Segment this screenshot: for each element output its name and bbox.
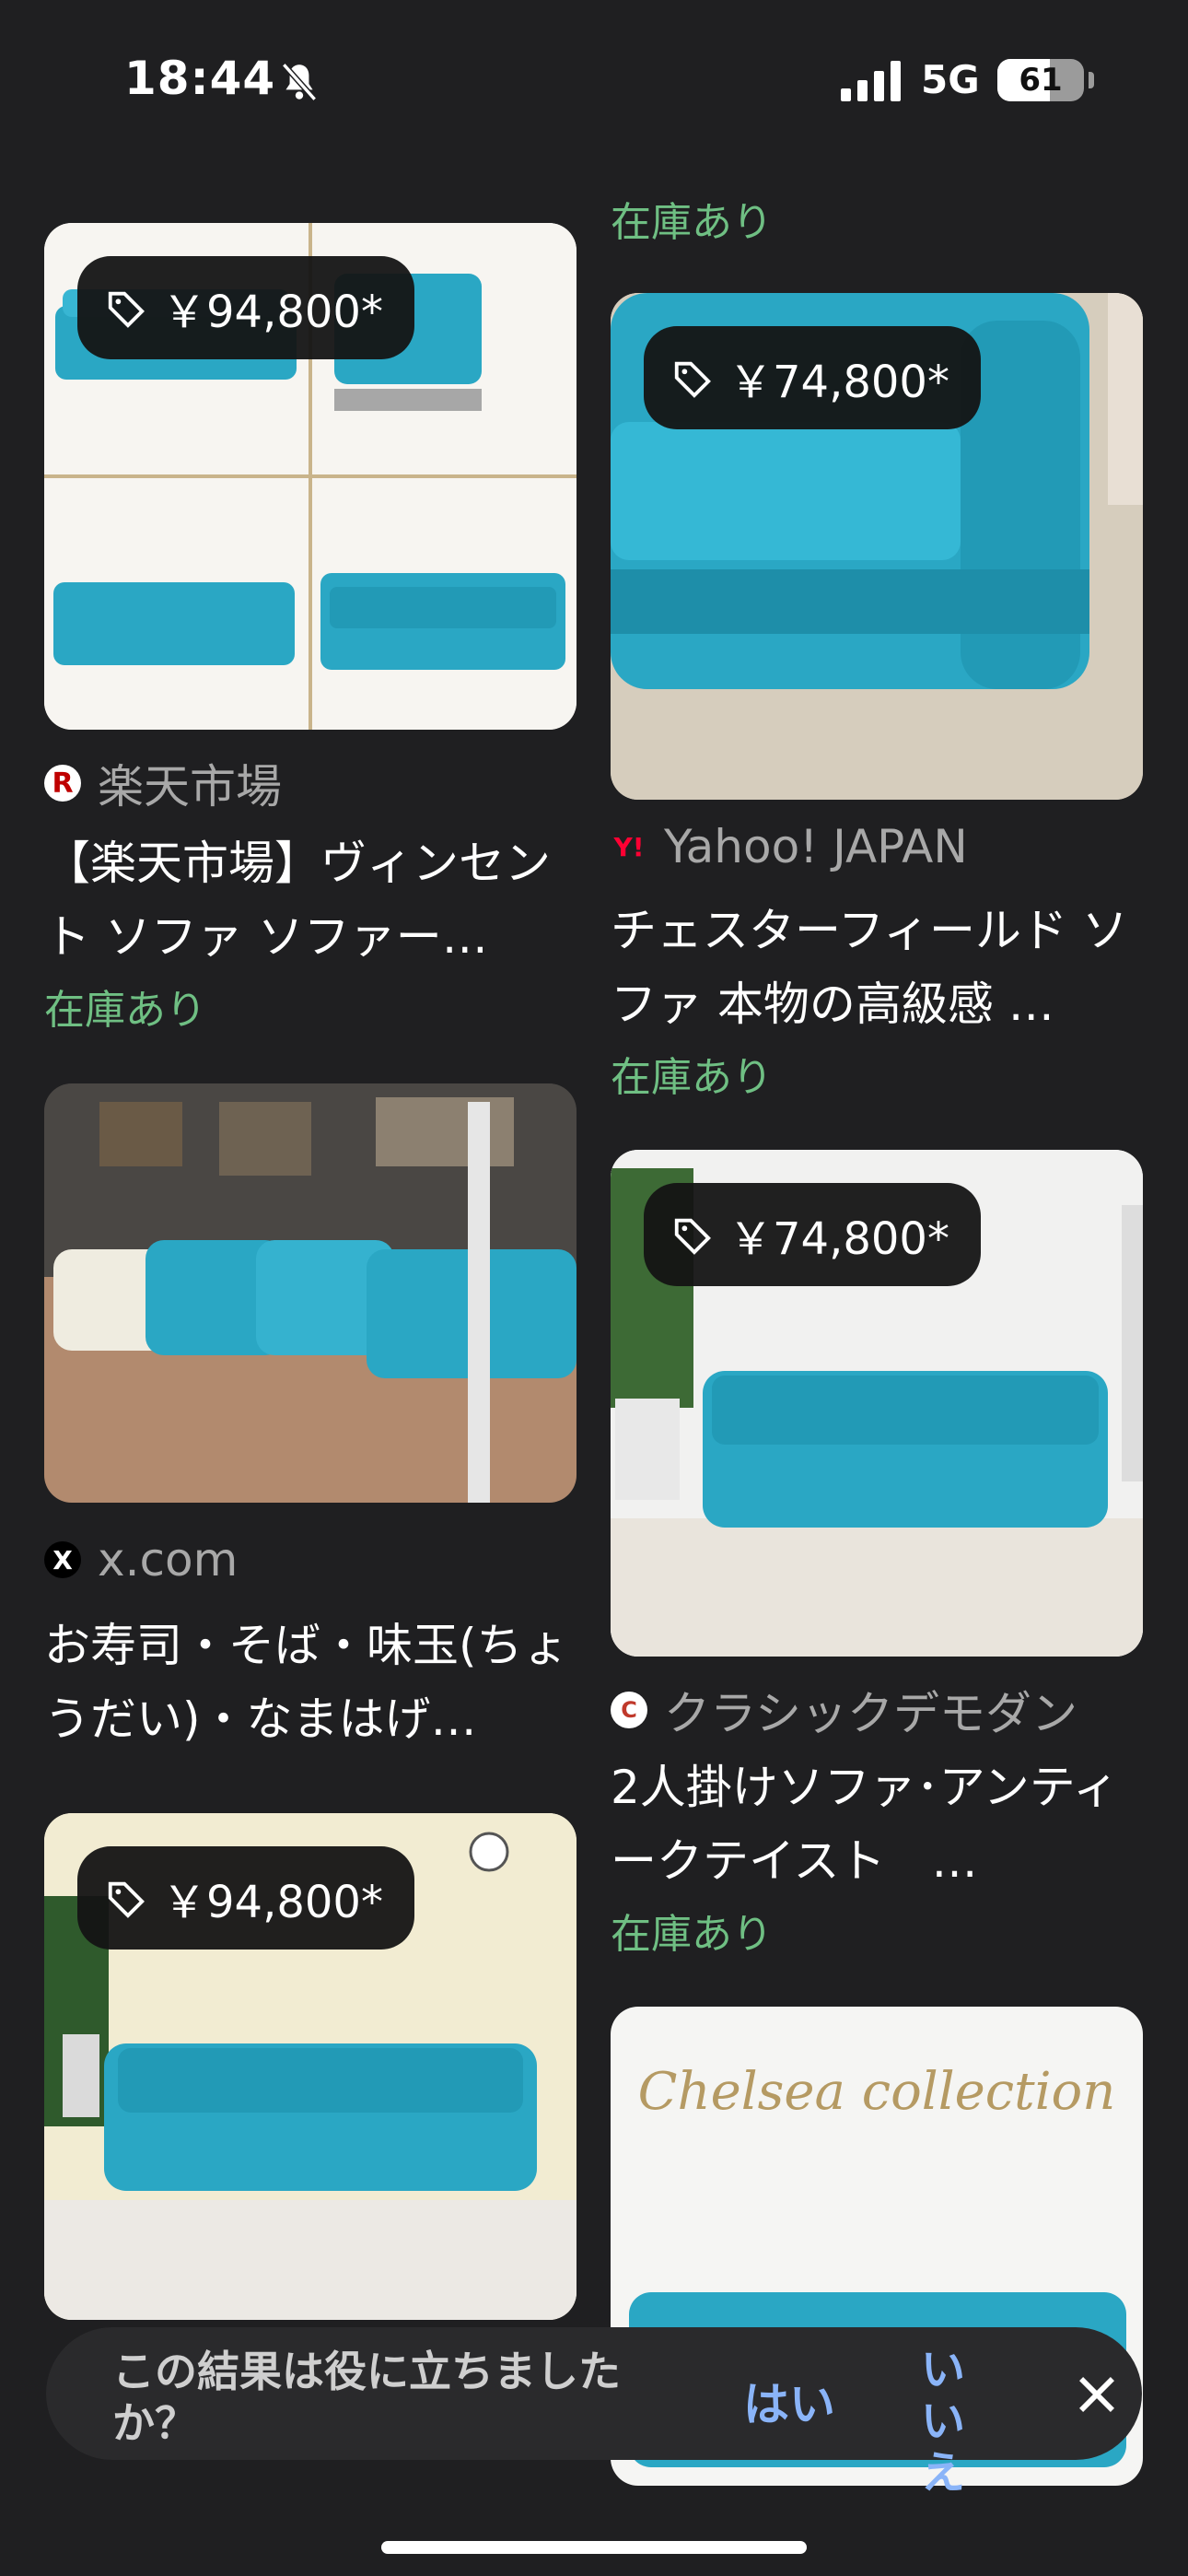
source-row[interactable]: R 楽天市場 [44, 750, 282, 816]
price-value: ￥74,800* [728, 357, 949, 408]
status-time: 18:44 [124, 52, 276, 105]
source-name: クラシックデモダン [664, 1687, 1077, 1740]
battery-nub [1089, 72, 1094, 88]
source-row[interactable]: X x.com [44, 1533, 238, 1587]
source-row[interactable]: C クラシックデモダン [611, 1677, 1077, 1743]
cellular-signal-icon [841, 61, 901, 101]
rakuten-icon: R [44, 765, 81, 802]
close-icon[interactable] [1070, 2368, 1124, 2421]
source-name: x.com [98, 1533, 239, 1587]
yahoo-icon: Y! [613, 831, 645, 862]
source-row[interactable]: Y! Yahoo! JAPAN [611, 820, 968, 873]
home-indicator[interactable] [381, 2541, 807, 2554]
result-title[interactable]: お寿司・そば・味玉(ちょうだい)・なまはげ… [44, 1609, 577, 1756]
price-tag-icon [108, 1881, 145, 1918]
product-image[interactable] [44, 1083, 577, 1503]
price-badge: ￥94,800* [77, 256, 414, 359]
result-title[interactable]: 【楽天市場】ヴィンセント ソファ ソファー… [44, 826, 577, 974]
feedback-yes-button[interactable]: はい [743, 2368, 835, 2434]
price-badge: ￥74,800* [644, 1183, 981, 1286]
network-type: 5G [921, 57, 980, 102]
classic-icon: C [611, 1692, 647, 1728]
result-title[interactable]: 2人掛けソファ･アンティークテイスト … [611, 1751, 1143, 1898]
price-badge: ￥74,800* [644, 326, 981, 429]
source-name: 楽天市場 [98, 760, 282, 814]
feedback-no-button[interactable]: いいえ [921, 2344, 995, 2499]
status-bar: 18:44 5G 61 [0, 0, 1188, 166]
stock-status: 在庫あり [611, 1911, 773, 1958]
stock-status: 在庫あり [611, 1054, 773, 1101]
source-name: Yahoo! JAPAN [664, 820, 968, 873]
storefront-sofas-image [44, 1083, 577, 1503]
battery-percent: 61 [1019, 62, 1063, 99]
feedback-bar: この結果は役に立ちましたか？ はい いいえ [46, 2327, 1142, 2499]
product-image[interactable]: ￥94,800* [44, 223, 577, 730]
price-tag-icon [674, 1218, 711, 1255]
silent-bell-icon [281, 63, 318, 101]
battery-icon: 61 [997, 59, 1084, 101]
price-value: ￥94,800* [162, 1877, 383, 1928]
stock-status: 在庫あり [44, 987, 206, 1034]
price-badge: ￥94,800* [77, 1846, 414, 1950]
price-tag-icon [674, 361, 711, 398]
price-value: ￥74,800* [728, 1213, 949, 1265]
price-tag-icon [108, 291, 145, 328]
product-image[interactable]: ￥94,800* [44, 1813, 577, 2320]
feedback-question: この結果は役に立ちましたか？ [112, 2347, 621, 2448]
price-value: ￥94,800* [162, 287, 383, 338]
result-title[interactable]: チェスターフィールド ソファ 本物の高級感 … [611, 894, 1143, 1041]
x-icon: X [44, 1541, 81, 1578]
product-image[interactable]: ￥74,800* [611, 293, 1143, 800]
stock-status: 在庫あり [611, 199, 773, 246]
product-image[interactable]: ￥74,800* [611, 1150, 1143, 1657]
